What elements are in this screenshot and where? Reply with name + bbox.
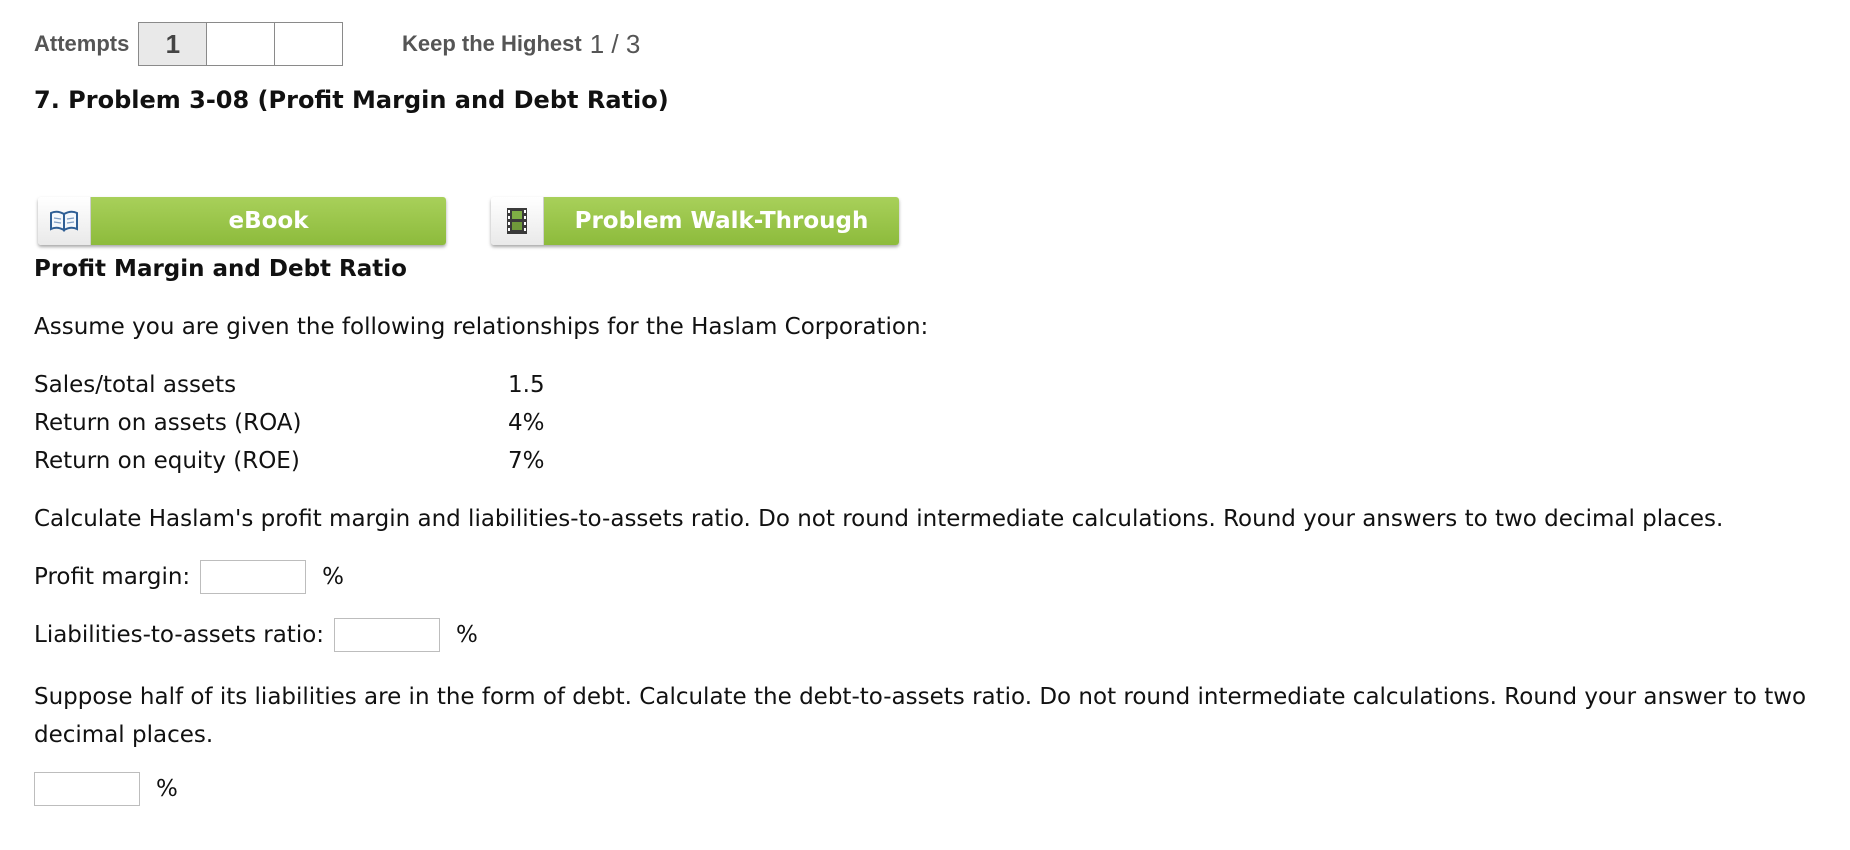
attempts-bar: Attempts 1	[34, 22, 344, 66]
data-row-value: 4%	[508, 410, 545, 436]
keep-highest-label: Keep the Highest	[402, 31, 582, 56]
keep-highest: Keep the Highest 1 / 3	[402, 22, 640, 66]
data-row-label: Sales/total assets	[34, 372, 237, 398]
book-icon	[38, 197, 91, 245]
attempt-box-3	[274, 22, 344, 66]
page: Attempts 1 Keep the Highest 1 / 3 7. Pro…	[0, 0, 1850, 850]
attempt-box-1: 1	[138, 22, 208, 66]
question-title: 7. Problem 3-08 (Profit Margin and Debt …	[34, 86, 669, 114]
attempt-box-2	[206, 22, 276, 66]
liabilities-to-assets-input[interactable]	[334, 618, 441, 652]
percent-unit: %	[156, 776, 178, 802]
problem-walkthrough-label: Problem Walk-Through	[544, 197, 899, 245]
problem-walkthrough-button[interactable]: Problem Walk-Through	[491, 197, 899, 245]
data-row-value: 1.5	[508, 372, 545, 398]
problem-intro: Assume you are given the following relat…	[34, 314, 929, 340]
attempts-label: Attempts	[34, 31, 130, 56]
film-strip-icon	[491, 197, 544, 245]
liabilities-to-assets-row: Liabilities-to-assets ratio: %	[34, 618, 478, 652]
data-row-label: Return on equity (ROE)	[34, 448, 300, 474]
part2-instruction: Suppose half of its liabilities are in t…	[34, 684, 1807, 748]
keep-highest-value: 1 / 3	[589, 28, 641, 59]
section-title: Profit Margin and Debt Ratio	[34, 256, 407, 282]
instruction-text: Calculate Haslam's profit margin and lia…	[34, 506, 1724, 532]
ebook-button[interactable]: eBook	[38, 197, 446, 245]
profit-margin-label: Profit margin:	[34, 564, 191, 590]
percent-unit: %	[322, 564, 345, 590]
profit-margin-input[interactable]	[200, 560, 307, 594]
profit-margin-row: Profit margin: %	[34, 560, 344, 594]
ebook-label: eBook	[91, 197, 446, 245]
data-row-label: Return on assets (ROA)	[34, 410, 302, 436]
data-row-value: 7%	[508, 448, 545, 474]
liabilities-to-assets-label: Liabilities-to-assets ratio:	[34, 622, 325, 648]
attempt-boxes: 1	[138, 22, 344, 66]
debt-to-assets-row: %	[34, 772, 178, 806]
debt-to-assets-input[interactable]	[34, 772, 140, 806]
percent-unit: %	[456, 622, 478, 648]
